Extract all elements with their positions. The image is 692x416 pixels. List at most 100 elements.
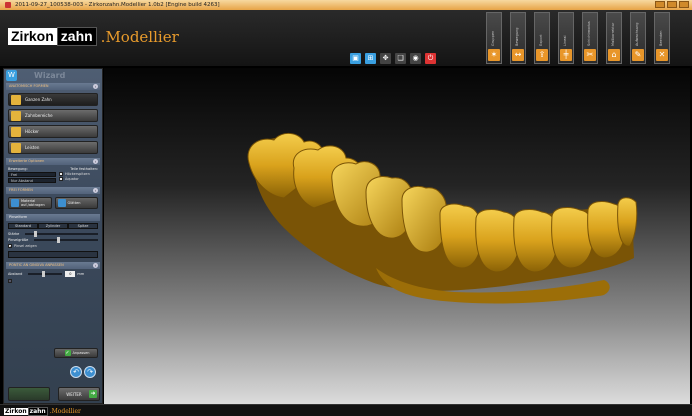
brush-shape-label: Pinselform — [9, 215, 28, 219]
distance-unit: mm — [77, 272, 85, 276]
section-anatomy[interactable]: ANATOMISCH FORMEN ‹ — [6, 83, 100, 90]
material-button[interactable]: Material auf-/abtragen — [8, 197, 52, 209]
freeform-buttons: Material auf-/abtragen Glätten — [4, 195, 102, 211]
layers-icon[interactable]: ❑ — [395, 53, 406, 64]
smooth-icon — [57, 199, 66, 207]
brush-size-label: Pinselgröße — [8, 238, 29, 242]
exit-icon: ✕ — [656, 49, 668, 61]
extended-options: Frei Nur Abstand Höckerspitzen Äquator — [4, 172, 102, 183]
layer-icon: ✂ — [584, 49, 596, 61]
next-button[interactable]: WEITER ➜ — [58, 387, 100, 401]
smooth-label: Glätten — [67, 201, 81, 205]
checkbox[interactable] — [59, 172, 63, 176]
back-button[interactable] — [8, 387, 50, 401]
tool-tab-label: Bewegung — [515, 27, 519, 46]
collapse-icon[interactable]: ‹ — [93, 84, 98, 89]
apply-label: Anpassen — [72, 351, 90, 355]
whole-tooth-button[interactable]: Ganzen Zahn — [8, 93, 98, 106]
brush-preview-field — [8, 251, 98, 258]
brush-size-slider-knob[interactable] — [56, 237, 60, 243]
close-button[interactable] — [679, 1, 689, 8]
checkbox[interactable] — [59, 177, 63, 181]
dental-model[interactable] — [104, 68, 690, 404]
section-pontic-label: PONTIC AN GINGIVA ANPASSEN — [9, 263, 64, 267]
section-pontic[interactable]: PONTIC AN GINGIVA ANPASSEN ‹ — [6, 262, 100, 269]
brush-standard[interactable]: Standard — [8, 223, 38, 229]
distance-input[interactable]: 0 — [65, 271, 76, 277]
movement-field[interactable]: Frei — [8, 172, 56, 177]
tool-tab-6[interactable]: Aufwachsung ✎ — [630, 12, 646, 64]
tooth-icon — [11, 95, 21, 105]
tool-tab-label: Export — [539, 34, 543, 46]
distance-slider[interactable] — [28, 271, 63, 277]
pontic-check[interactable] — [4, 278, 102, 284]
distance-dropdown[interactable]: Nur Abstand — [8, 178, 56, 183]
export-icon: ⇪ — [536, 49, 548, 61]
tooth-areas-label: Zahnbereiche — [25, 113, 53, 118]
cusps-label: Höcker — [25, 129, 39, 134]
collapse-icon[interactable]: ‹ — [93, 263, 98, 268]
undo-icon[interactable]: ↶ — [70, 366, 82, 378]
collapse-icon[interactable]: ‹ — [93, 188, 98, 193]
tool-tab-4[interactable]: Schichtmodus ✂ — [582, 12, 598, 64]
brush-shape-selector: Standard Zylinder Spitze — [8, 223, 98, 229]
pontic-checkbox[interactable] — [8, 279, 12, 283]
section-freeform[interactable]: FREI FORMEN ‹ — [6, 187, 100, 194]
equator-check[interactable]: Äquator — [59, 177, 90, 181]
app-header: Zirkon zahn .Modellier Gruppen ✶ Bewegung ↔… — [0, 10, 692, 66]
tool-tab-1[interactable]: Bewegung ↔ — [510, 12, 526, 64]
camera-icon[interactable]: ◉ — [410, 53, 421, 64]
logo-zahn: zahn — [56, 27, 97, 46]
ridges-icon — [11, 143, 21, 153]
tooth-incisor-6[interactable] — [617, 197, 638, 247]
strength-slider-knob[interactable] — [33, 231, 37, 237]
tooth-incisor-3[interactable] — [513, 209, 558, 273]
movement-label: Bewegung: — [8, 167, 28, 171]
tool-tab-label: Lineal — [563, 35, 567, 46]
whole-tooth-label: Ganzen Zahn — [25, 97, 52, 102]
ridges-button[interactable]: Leisten — [8, 141, 98, 154]
show-brush-check[interactable]: ✓ Pinsel zeigen — [4, 243, 102, 249]
maximize-button[interactable] — [667, 1, 677, 8]
cusps-button[interactable]: Höcker — [8, 125, 98, 138]
minimize-button[interactable] — [655, 1, 665, 8]
wizard-header: W Wizard — [4, 69, 102, 82]
collapse-icon[interactable]: ‹ — [93, 159, 98, 164]
power-icon[interactable]: ⏻ — [425, 53, 436, 64]
brush-cylinder[interactable]: Zylinder — [38, 223, 68, 229]
tooth-areas-button[interactable]: Zahnbereiche — [8, 109, 98, 122]
cusp-tips-check[interactable]: Höckerspitzen — [59, 172, 90, 176]
tool-tab-7[interactable]: Beenden ✕ — [654, 12, 670, 64]
section-extended[interactable]: Erweiterte Optionen ‹ — [6, 158, 100, 165]
app-logo: Zirkon zahn .Modellier — [8, 27, 179, 46]
tool-tab-3[interactable]: Lineal ╪ — [558, 12, 574, 64]
section-anatomy-label: ANATOMISCH FORMEN — [9, 84, 49, 88]
grid-icon[interactable]: ⊞ — [365, 53, 376, 64]
status-logo: Zirkon zahn .Modellier — [4, 407, 81, 416]
distance-row: Abstand 0 mm — [4, 270, 102, 278]
app-icon — [5, 2, 11, 8]
brush-size-slider[interactable] — [34, 237, 98, 243]
cusps-icon — [11, 127, 21, 137]
group-icon: ✶ — [488, 49, 500, 61]
distance-slider-knob[interactable] — [42, 271, 45, 277]
apply-button[interactable]: ✓ Anpassen — [54, 348, 98, 358]
measure-icon: ⌂ — [608, 49, 620, 61]
pan-icon[interactable]: ✥ — [380, 53, 391, 64]
section-extended-label: Erweiterte Optionen — [9, 159, 45, 163]
smooth-button[interactable]: Glätten — [54, 197, 98, 209]
show-brush-label: Pinsel zeigen — [14, 244, 37, 248]
brush-tip[interactable]: Spitze — [68, 223, 98, 229]
material-label: Material auf-/abtragen — [21, 199, 45, 207]
3d-viewport[interactable] — [104, 68, 690, 404]
movement-fields: Frei Nur Abstand — [8, 172, 56, 183]
view-icon[interactable]: ▣ — [350, 53, 361, 64]
tool-tab-2[interactable]: Export ⇪ — [534, 12, 550, 64]
distance-label: Abstand — [8, 272, 23, 276]
strength-slider[interactable] — [25, 231, 98, 237]
tool-tab-0[interactable]: Gruppen ✶ — [486, 12, 502, 64]
tooth-incisor-2[interactable] — [475, 209, 520, 273]
show-brush-checkbox[interactable]: ✓ — [8, 244, 12, 249]
tool-tab-5[interactable]: Maßkorrektur ⌂ — [606, 12, 622, 64]
redo-icon[interactable]: ↷ — [84, 366, 96, 378]
